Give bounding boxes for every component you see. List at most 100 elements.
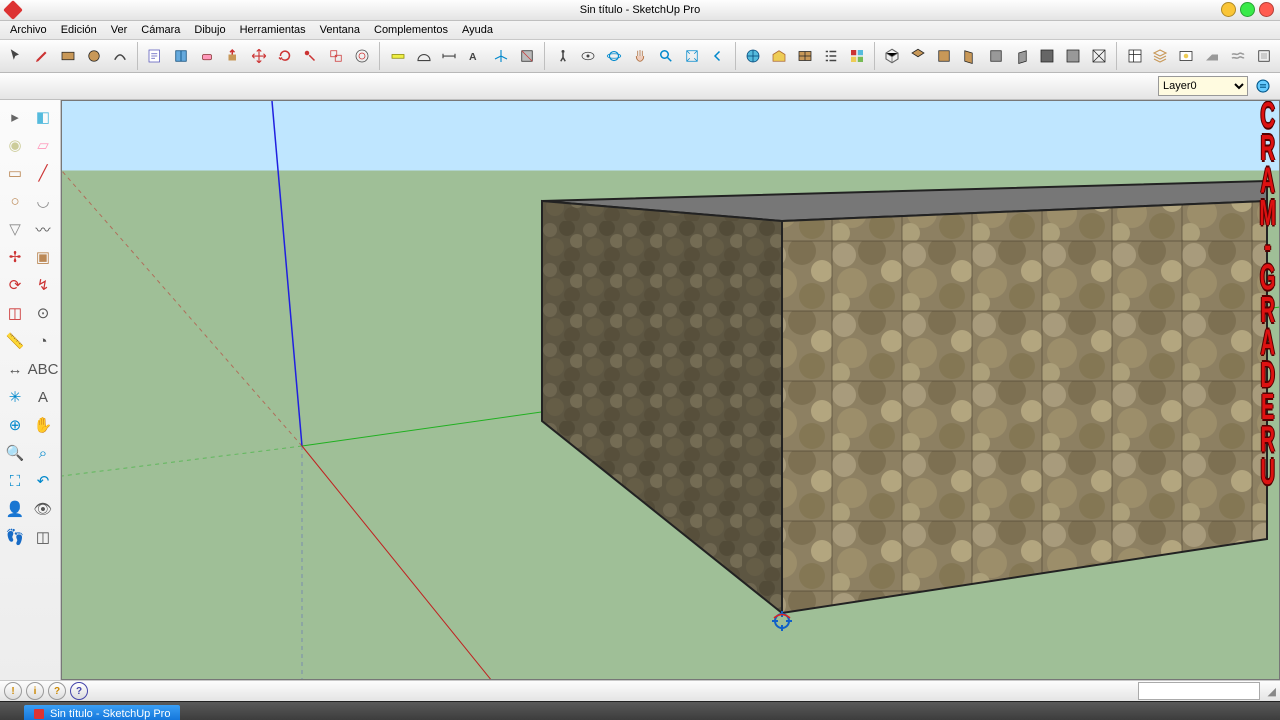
- line-tool[interactable]: ╱: [30, 160, 56, 186]
- book-button[interactable]: [171, 44, 192, 68]
- section-tool[interactable]: ◫: [30, 524, 56, 550]
- menu-ver[interactable]: Ver: [105, 23, 134, 37]
- measurement-box[interactable]: [1138, 682, 1260, 700]
- status-icon-3[interactable]: ?: [48, 682, 66, 700]
- text-tool[interactable]: ABC: [30, 356, 56, 382]
- arc-tool[interactable]: ◡: [30, 188, 56, 214]
- rotate-tool[interactable]: ⟳: [2, 272, 28, 298]
- menu-ayuda[interactable]: Ayuda: [456, 23, 499, 37]
- rect-tool[interactable]: ▭: [2, 160, 28, 186]
- note-button[interactable]: [145, 44, 166, 68]
- menu-cámara[interactable]: Cámara: [135, 23, 186, 37]
- shadows-button[interactable]: [1202, 44, 1223, 68]
- orbit-button[interactable]: [604, 44, 625, 68]
- walk-tool[interactable]: 👣: [2, 524, 28, 550]
- fog-button[interactable]: [1228, 44, 1249, 68]
- pan-tool[interactable]: ✋: [30, 412, 56, 438]
- pushpull-tool[interactable]: ▣: [30, 244, 56, 270]
- zoom-tool[interactable]: 🔍: [2, 440, 28, 466]
- circle-button[interactable]: [83, 44, 104, 68]
- status-icon-2[interactable]: i: [26, 682, 44, 700]
- followme-tool[interactable]: ↯: [30, 272, 56, 298]
- text-button[interactable]: A: [465, 44, 486, 68]
- orbit-tool[interactable]: ⊕: [2, 412, 28, 438]
- circle-tool[interactable]: ○: [2, 188, 28, 214]
- pos-tool[interactable]: 👤: [2, 496, 28, 522]
- eraser-button[interactable]: [197, 44, 218, 68]
- zoomext-tool[interactable]: ⛶: [2, 468, 28, 494]
- materials-button[interactable]: [846, 44, 867, 68]
- back-button[interactable]: [985, 44, 1006, 68]
- scale-button[interactable]: [326, 44, 347, 68]
- tape-button[interactable]: [387, 44, 408, 68]
- zoom-extents-button[interactable]: [681, 44, 702, 68]
- offset-button[interactable]: [352, 44, 373, 68]
- previous-button[interactable]: [707, 44, 728, 68]
- left-button[interactable]: [1011, 44, 1032, 68]
- task-item[interactable]: Sin título - SketchUp Pro: [24, 705, 180, 720]
- move-button[interactable]: [248, 44, 269, 68]
- zoom-button[interactable]: [656, 44, 677, 68]
- geoloc-button[interactable]: [743, 44, 764, 68]
- paint-tool[interactable]: ◉: [2, 132, 28, 158]
- viewport[interactable]: CRAM-GRADERU: [61, 100, 1280, 680]
- scenes-button[interactable]: [1176, 44, 1197, 68]
- styles-button[interactable]: [1124, 44, 1145, 68]
- lookaround-button[interactable]: [578, 44, 599, 68]
- top-button[interactable]: [908, 44, 929, 68]
- layer-select[interactable]: Layer0: [1158, 76, 1248, 96]
- select-tool[interactable]: ▸: [2, 104, 28, 130]
- axes-button[interactable]: [491, 44, 512, 68]
- pushpull-button[interactable]: [223, 44, 244, 68]
- menu-dibujo[interactable]: Dibujo: [188, 23, 231, 37]
- rectangle-button[interactable]: [58, 44, 79, 68]
- maximize-button[interactable]: [1240, 2, 1255, 17]
- minimize-button[interactable]: [1221, 2, 1236, 17]
- followme-button[interactable]: [300, 44, 321, 68]
- arc-button[interactable]: [109, 44, 130, 68]
- protractor-button[interactable]: [413, 44, 434, 68]
- protractor-tool[interactable]: ◔: [30, 328, 56, 354]
- help-icon[interactable]: ?: [70, 682, 88, 700]
- eraser-tool[interactable]: ▱: [30, 132, 56, 158]
- scale-tool[interactable]: ◫: [2, 300, 28, 326]
- layers-button[interactable]: [1150, 44, 1171, 68]
- dimension-button[interactable]: [439, 44, 460, 68]
- rotate-button[interactable]: [274, 44, 295, 68]
- iso-button[interactable]: [882, 44, 903, 68]
- apple-menu-icon[interactable]: [4, 706, 20, 720]
- pan-button[interactable]: [630, 44, 651, 68]
- outliner-button[interactable]: [820, 44, 841, 68]
- freehand-tool[interactable]: 〰: [30, 216, 56, 242]
- offset-tool[interactable]: ⊙: [30, 300, 56, 326]
- poly-tool[interactable]: ▽: [2, 216, 28, 242]
- menu-archivo[interactable]: Archivo: [4, 23, 53, 37]
- tape-tool[interactable]: 📏: [2, 328, 28, 354]
- pencil-button[interactable]: [32, 44, 53, 68]
- close-button[interactable]: [1259, 2, 1274, 17]
- move-tool[interactable]: ✢: [2, 244, 28, 270]
- components-tool[interactable]: ◧: [30, 104, 56, 130]
- prev-tool[interactable]: ↶: [30, 468, 56, 494]
- status-icon-1[interactable]: !: [4, 682, 22, 700]
- wireframe-button[interactable]: [1089, 44, 1110, 68]
- warehouse-button[interactable]: [769, 44, 790, 68]
- menu-herramientas[interactable]: Herramientas: [234, 23, 312, 37]
- right-button[interactable]: [959, 44, 980, 68]
- resize-grip-icon[interactable]: ◢: [1268, 685, 1276, 698]
- front-button[interactable]: [934, 44, 955, 68]
- shade2-button[interactable]: [1063, 44, 1084, 68]
- menu-edición[interactable]: Edición: [55, 23, 103, 37]
- dim-tool[interactable]: ↔: [2, 356, 28, 382]
- layer-icon[interactable]: [1254, 77, 1272, 95]
- menu-ventana[interactable]: Ventana: [314, 23, 366, 37]
- prefs-button[interactable]: [1253, 44, 1274, 68]
- component-button[interactable]: [795, 44, 816, 68]
- axes-tool[interactable]: ✳: [2, 384, 28, 410]
- 3dtext-tool[interactable]: A: [30, 384, 56, 410]
- section-button[interactable]: [516, 44, 537, 68]
- walk-button[interactable]: [552, 44, 573, 68]
- menu-complementos[interactable]: Complementos: [368, 23, 454, 37]
- shade-button[interactable]: [1037, 44, 1058, 68]
- look-tool[interactable]: 👁: [30, 496, 56, 522]
